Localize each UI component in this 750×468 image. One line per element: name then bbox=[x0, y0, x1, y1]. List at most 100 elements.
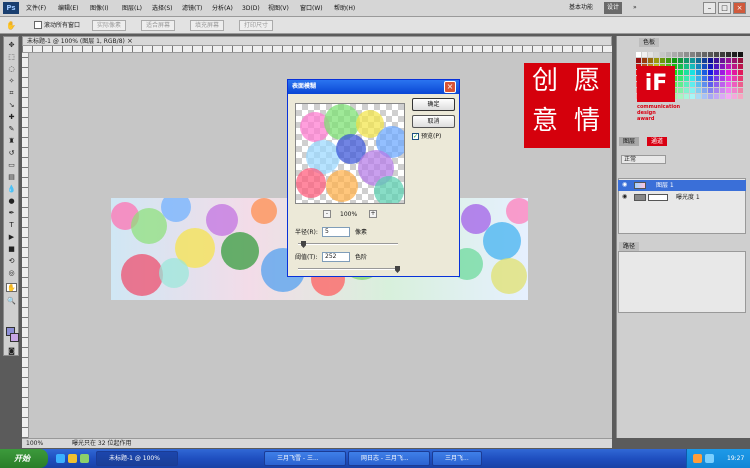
swatch[interactable] bbox=[696, 82, 701, 87]
hand-tool-icon[interactable]: ✋ bbox=[6, 283, 17, 292]
volume-icon[interactable] bbox=[705, 454, 714, 463]
preview-zoom-out-button[interactable]: - bbox=[323, 210, 331, 218]
swatch[interactable] bbox=[726, 88, 731, 93]
swatch[interactable] bbox=[726, 82, 731, 87]
blur-tool-icon[interactable]: 💧 bbox=[6, 185, 17, 194]
swatch[interactable] bbox=[714, 52, 719, 57]
swatch[interactable] bbox=[708, 58, 713, 63]
swatch[interactable] bbox=[696, 52, 701, 57]
swatch[interactable] bbox=[720, 94, 725, 99]
folder-icon[interactable] bbox=[68, 454, 77, 463]
swatch[interactable] bbox=[678, 94, 683, 99]
swatch[interactable] bbox=[702, 64, 707, 69]
swatch[interactable] bbox=[672, 52, 677, 57]
task-browser-3[interactable]: 三月飞... bbox=[432, 451, 482, 466]
swatch[interactable] bbox=[648, 52, 653, 57]
swatch[interactable] bbox=[690, 70, 695, 75]
swatch[interactable] bbox=[708, 88, 713, 93]
swatch[interactable] bbox=[738, 64, 743, 69]
preview-checkbox[interactable]: ✓ bbox=[412, 133, 419, 140]
scroll-all-checkbox[interactable] bbox=[34, 21, 42, 29]
swatch[interactable] bbox=[726, 76, 731, 81]
workspace-more[interactable]: » bbox=[630, 2, 640, 14]
fit-screen-button[interactable]: 适合屏幕 bbox=[141, 20, 176, 31]
swatch[interactable] bbox=[738, 76, 743, 81]
gradient-tool-icon[interactable]: ▤ bbox=[6, 173, 17, 182]
swatch[interactable] bbox=[642, 58, 647, 63]
menu-select[interactable]: 选择(S) bbox=[152, 3, 173, 14]
swatch[interactable] bbox=[708, 94, 713, 99]
start-button[interactable]: 开始 bbox=[0, 449, 48, 468]
swatch[interactable] bbox=[690, 94, 695, 99]
preview-zoom-in-button[interactable]: + bbox=[369, 210, 377, 218]
layer-row-1[interactable]: ◉ 图层 1 bbox=[618, 180, 746, 191]
swatch[interactable] bbox=[702, 88, 707, 93]
swatch[interactable] bbox=[696, 64, 701, 69]
visibility-eye-icon[interactable]: ◉ bbox=[622, 194, 628, 200]
channels-tab[interactable]: 通道 bbox=[647, 137, 668, 146]
swatch[interactable] bbox=[684, 76, 689, 81]
swatch[interactable] bbox=[714, 88, 719, 93]
print-size-button[interactable]: 打印尺寸 bbox=[239, 20, 274, 31]
layer-row-2[interactable]: ◉ 曝光度 1 bbox=[618, 192, 746, 203]
close-tab-icon[interactable]: × bbox=[127, 37, 133, 46]
swatch[interactable] bbox=[720, 76, 725, 81]
eraser-tool-icon[interactable]: ▭ bbox=[6, 161, 17, 170]
background-color-swatch[interactable] bbox=[10, 333, 19, 342]
swatch[interactable] bbox=[726, 52, 731, 57]
swatch[interactable] bbox=[732, 82, 737, 87]
swatch[interactable] bbox=[690, 82, 695, 87]
swatch[interactable] bbox=[738, 88, 743, 93]
lasso-tool-icon[interactable]: ◌ bbox=[6, 65, 17, 74]
dodge-tool-icon[interactable]: ● bbox=[6, 197, 17, 206]
swatch[interactable] bbox=[720, 88, 725, 93]
swatch[interactable] bbox=[684, 82, 689, 87]
close-button[interactable]: × bbox=[733, 2, 746, 14]
document-tab[interactable]: 未标题-1 @ 100% (图层 1, RGB/8) × bbox=[22, 36, 612, 46]
minimize-button[interactable]: – bbox=[703, 2, 716, 14]
maximize-button[interactable]: □ bbox=[718, 2, 731, 14]
swatch[interactable] bbox=[666, 52, 671, 57]
radius-slider-track[interactable] bbox=[298, 243, 398, 245]
task-browser-2[interactable]: 网日志 - 三月飞... bbox=[348, 451, 430, 466]
type-tool-icon[interactable]: T bbox=[6, 221, 17, 230]
swatch[interactable] bbox=[678, 64, 683, 69]
swatch[interactable] bbox=[690, 76, 695, 81]
swatch[interactable] bbox=[678, 82, 683, 87]
eyedropper-icon[interactable]: ↘ bbox=[6, 101, 17, 110]
swatch[interactable] bbox=[654, 52, 659, 57]
threshold-slider-thumb[interactable] bbox=[395, 266, 400, 273]
threshold-input[interactable]: 252 bbox=[322, 252, 350, 262]
swatch[interactable] bbox=[714, 64, 719, 69]
swatch[interactable] bbox=[696, 70, 701, 75]
swatch[interactable] bbox=[726, 94, 731, 99]
swatch[interactable] bbox=[714, 70, 719, 75]
shape-tool-icon[interactable]: ■ bbox=[6, 245, 17, 254]
menu-analysis[interactable]: 分析(A) bbox=[212, 3, 233, 14]
swatch[interactable] bbox=[690, 58, 695, 63]
dialog-titlebar[interactable]: 表面模糊 × bbox=[288, 80, 459, 94]
menu-3d[interactable]: 3D(D) bbox=[242, 3, 260, 14]
zoom-level[interactable]: 100% bbox=[26, 439, 43, 449]
workspace-design[interactable]: 设计 bbox=[604, 2, 623, 14]
threshold-slider-track[interactable] bbox=[298, 268, 398, 270]
desktop-icon[interactable] bbox=[80, 454, 89, 463]
cancel-button[interactable]: 取消 bbox=[412, 115, 455, 128]
swatch[interactable] bbox=[660, 58, 665, 63]
tray-icon[interactable] bbox=[693, 454, 702, 463]
swatch[interactable] bbox=[738, 52, 743, 57]
ok-button[interactable]: 确定 bbox=[412, 98, 455, 111]
layers-tab[interactable]: 图层 bbox=[619, 137, 640, 146]
swatch[interactable] bbox=[702, 94, 707, 99]
swatch[interactable] bbox=[732, 64, 737, 69]
swatch[interactable] bbox=[678, 58, 683, 63]
swatch[interactable] bbox=[708, 76, 713, 81]
swatch[interactable] bbox=[732, 94, 737, 99]
actual-pixels-button[interactable]: 实际像素 bbox=[92, 20, 127, 31]
menu-image[interactable]: 图像(I) bbox=[90, 3, 108, 14]
swatch[interactable] bbox=[702, 70, 707, 75]
hand-tool-icon[interactable]: ✋ bbox=[6, 20, 20, 31]
menu-layer[interactable]: 图层(L) bbox=[122, 3, 142, 14]
swatch[interactable] bbox=[684, 88, 689, 93]
swatch[interactable] bbox=[702, 52, 707, 57]
